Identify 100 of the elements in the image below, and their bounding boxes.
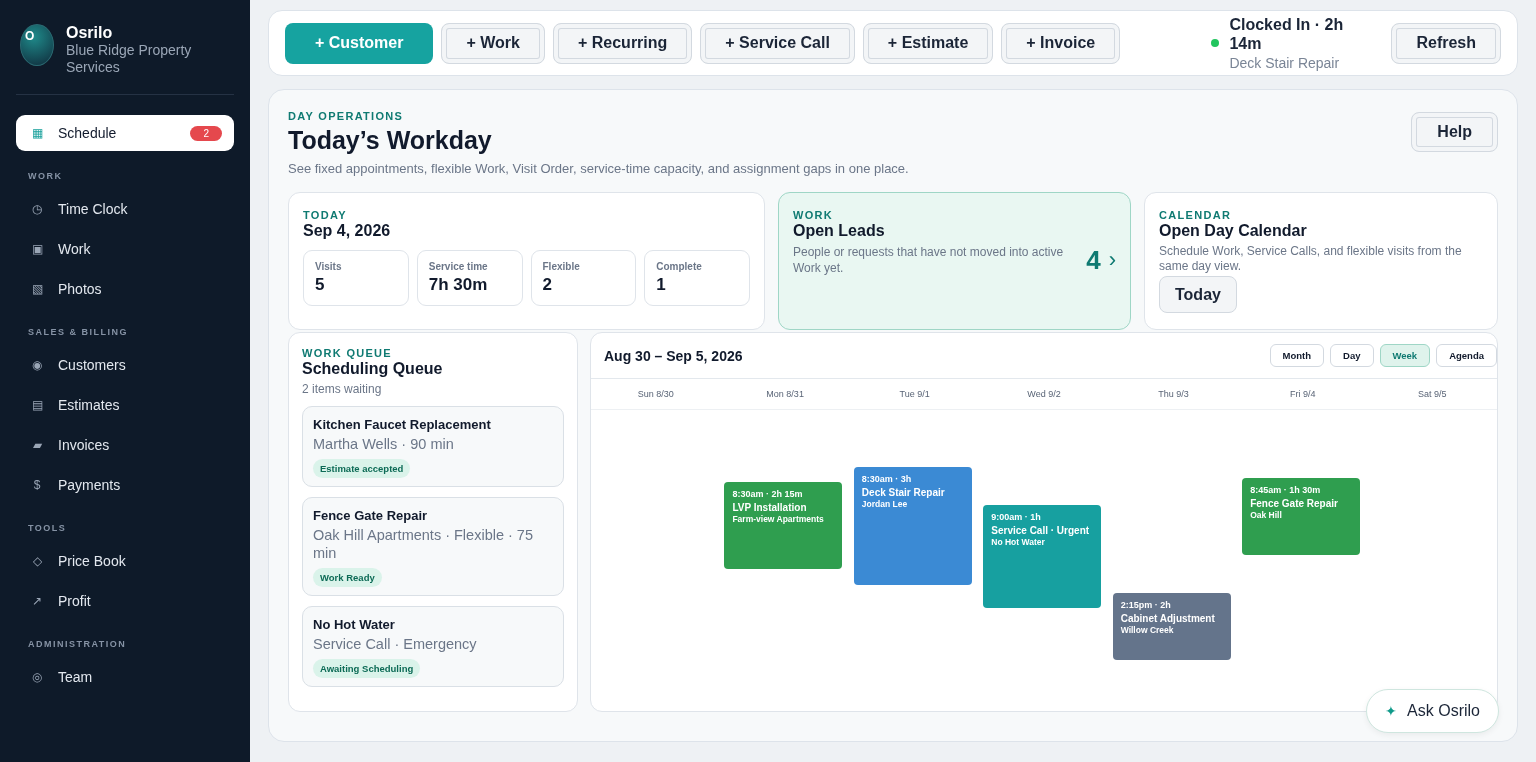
logo-icon: O — [20, 24, 54, 66]
help-button[interactable]: Help — [1411, 112, 1498, 152]
day-label: Thu 9/3 — [1157, 389, 1190, 399]
calendar-event[interactable]: 2:15pm · 2h Cabinet Adjustment Willow Creek — [1112, 593, 1231, 660]
page-title: Today’s Workday — [288, 126, 493, 155]
event-title: Deck Stair Repair — [861, 487, 946, 498]
chevron-icon: › — [1108, 247, 1116, 276]
view-tab[interactable]: Week — [1379, 344, 1431, 367]
card-description: People or requests that have not moved into active Work yet. — [793, 244, 1065, 276]
nav-icon: ◎ — [30, 670, 44, 684]
company-name: Blue Ridge Property Services — [66, 42, 193, 76]
sidebar-item[interactable]: ◷ Time Clock — [16, 191, 234, 227]
sidebar-item[interactable]: ▣ Work — [16, 231, 234, 267]
event-title: Service Call · Urgent — [991, 525, 1091, 536]
eyebrow: DAY OPERATIONS — [288, 110, 405, 122]
clock-status: Clocked In · 2h 14m — [1229, 15, 1345, 53]
stat-label: Visits — [315, 261, 343, 272]
calendar-event[interactable]: 8:30am · 3h Deck Stair Repair Jordan Lee — [853, 467, 972, 585]
section-title: TOOLS — [28, 523, 68, 533]
eyebrow: WORK QUEUE — [302, 347, 393, 359]
section-title: ADMINISTRATION — [28, 639, 128, 649]
item-title: Fence Gate Repair — [313, 508, 429, 523]
event-time: 2:15pm · 2h — [1120, 600, 1172, 610]
event-time: 8:30am · 3h — [861, 474, 913, 484]
sidebar-item[interactable]: ▦ Schedule 2 — [16, 115, 234, 151]
nav-icon: ▣ — [30, 242, 44, 256]
lead-count: 4 — [1086, 245, 1101, 276]
today-date: Sep 4, 2026 — [303, 222, 392, 240]
nav-icon: ▧ — [30, 282, 44, 296]
queue-item[interactable]: Kitchen Faucet Replacement Martha Wells · 90 min Estimate accepted — [302, 406, 564, 487]
day-label: Sat 9/5 — [1417, 389, 1448, 399]
item-meta: Oak Hill Apartments · Flexible · 75 min — [313, 526, 534, 562]
today-button[interactable]: Today — [1159, 276, 1237, 313]
date-range: Aug 30 – Sep 5, 2026 — [604, 347, 743, 364]
eyebrow: CALENDAR — [1159, 209, 1233, 221]
item-title: No Hot Water — [313, 617, 396, 632]
sidebar-item[interactable]: ▰ Invoices — [16, 427, 234, 463]
section-title: WORK — [28, 171, 64, 181]
brand-name: Osrilo — [66, 24, 114, 42]
sidebar-item[interactable]: ◎ Team — [16, 659, 234, 695]
event-title: Cabinet Adjustment — [1120, 613, 1216, 624]
sidebar-item[interactable]: ↗ Profit — [16, 583, 234, 619]
day-label: Mon 8/31 — [765, 389, 805, 399]
nav-icon: ▦ — [30, 126, 44, 140]
nav-icon: ↗ — [30, 594, 44, 608]
view-tab[interactable]: Month — [1269, 344, 1325, 367]
stat-label: Flexible — [542, 261, 581, 272]
add-button[interactable]: + Invoice — [1001, 22, 1121, 64]
event-subtitle: No Hot Water — [991, 537, 1046, 547]
add-button[interactable]: + Estimate — [862, 22, 994, 64]
view-tab[interactable]: Day — [1330, 344, 1374, 367]
nav-icon: ◷ — [30, 202, 44, 216]
refresh-button[interactable]: Refresh — [1391, 22, 1501, 64]
stat-label: Complete — [656, 261, 703, 272]
event-time: 8:45am · 1h 30m — [1250, 485, 1322, 495]
queue-item[interactable]: No Hot Water Service Call · Emergency Awaiting Scheduling — [302, 606, 564, 687]
sidebar-item[interactable]: ▤ Estimates — [16, 387, 234, 423]
status-tag: Estimate accepted — [313, 459, 411, 478]
status-tag: Awaiting Scheduling — [313, 659, 421, 678]
eyebrow: WORK — [793, 209, 835, 221]
queue-item[interactable]: Fence Gate Repair Oak Hill Apartments · Flexible · 75 min Work Ready — [302, 497, 564, 596]
sidebar-item[interactable]: $ Payments — [16, 467, 234, 503]
day-label: Wed 9/2 — [1026, 389, 1062, 399]
eyebrow: TODAY — [303, 209, 348, 221]
section-title: SALES & BILLING — [28, 327, 129, 337]
day-label: Sun 8/30 — [636, 389, 675, 399]
nav-icon: ▤ — [30, 398, 44, 412]
item-meta: Service Call · Emergency — [313, 635, 478, 653]
nav-icon: ▰ — [30, 438, 44, 452]
add-button[interactable]: + Recurring — [552, 22, 693, 64]
stat-value: 7h 30m — [428, 275, 489, 295]
event-time: 9:00am · 1h — [991, 512, 1042, 522]
item-title: Kitchen Faucet Replacement — [313, 417, 492, 432]
event-subtitle: Farm-view Apartments — [732, 514, 825, 524]
item-meta: Martha Wells · 90 min — [313, 435, 455, 453]
event-time: 8:30am · 2h 15m — [732, 489, 804, 499]
day-label: Fri 9/4 — [1289, 389, 1317, 399]
view-tab[interactable]: Agenda — [1436, 344, 1497, 367]
sidebar-item[interactable]: ▧ Photos — [16, 271, 234, 307]
event-subtitle: Oak Hill — [1250, 510, 1283, 520]
assistant-button[interactable]: ✦ Ask Osrilo — [1366, 689, 1499, 733]
count-badge: 2 — [190, 125, 222, 141]
leads-card[interactable]: WORK Open Leads People or requests that have not moved into active Work yet. 4 › — [778, 192, 1131, 330]
add-button[interactable]: + Work — [441, 22, 545, 64]
card-title: Scheduling Queue — [302, 360, 444, 378]
stat-label: Service time — [428, 261, 489, 272]
page-subtitle: See fixed appointments, flexible Work, Visit Order, service-time capacity, and assignment gaps in one place. — [288, 161, 909, 176]
event-subtitle: Willow Creek — [1120, 625, 1175, 635]
card-title: Open Day Calendar — [1159, 222, 1308, 240]
sidebar-item[interactable]: ◇ Price Book — [16, 543, 234, 579]
add-button[interactable]: + Service Call — [700, 22, 855, 64]
status-tag: Work Ready — [313, 568, 382, 587]
card-title: Open Leads — [793, 222, 886, 240]
queue-count: 2 items waiting — [302, 382, 383, 396]
nav-icon: ◉ — [30, 358, 44, 372]
sparkle-icon: ✦ — [1385, 703, 1398, 719]
clock-job: Deck Stair Repair — [1229, 55, 1341, 71]
event-title: LVP Installation — [732, 502, 808, 513]
sidebar-item[interactable]: ◉ Customers — [16, 347, 234, 383]
day-label: Tue 9/1 — [898, 389, 931, 399]
